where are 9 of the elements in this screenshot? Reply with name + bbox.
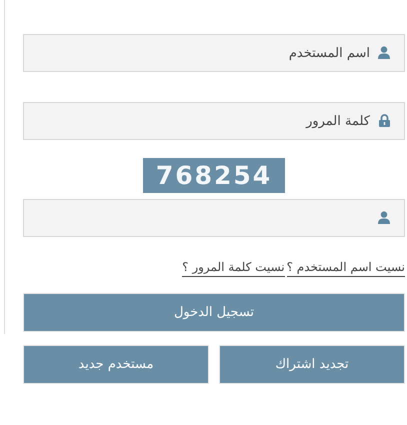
input-field[interactable]	[23, 199, 405, 237]
link[interactable]: نسيت اسم المستخدم ؟	[286, 258, 405, 277]
captcha-image: 768254	[143, 158, 285, 193]
link[interactable]: نسيت كلمة المرور ؟	[182, 258, 285, 277]
button[interactable]: تجديد اشتراك	[219, 345, 405, 384]
button[interactable]: مستخدم جديد	[23, 345, 209, 384]
input-field[interactable]: اسم المستخدم	[23, 34, 405, 72]
input-field[interactable]: كلمة المرور	[23, 102, 405, 140]
login-button[interactable]: تسجيل الدخول	[23, 293, 405, 332]
